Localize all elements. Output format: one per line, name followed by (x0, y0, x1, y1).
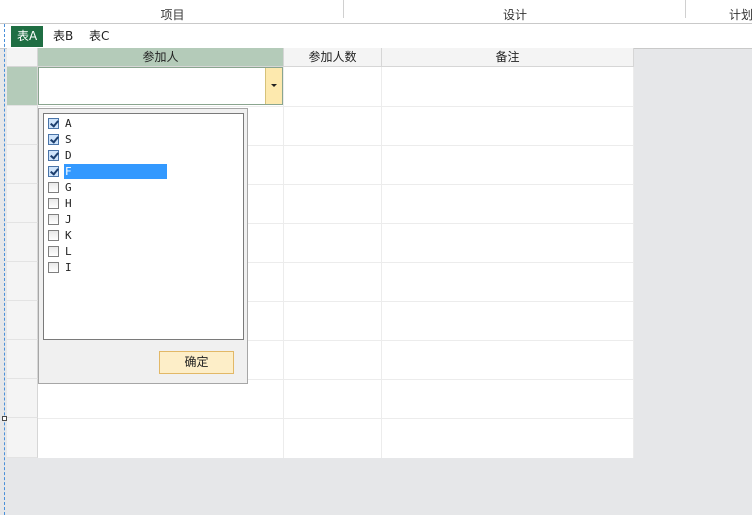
tab-sheet-c[interactable]: 表C (83, 26, 115, 47)
checklist-item[interactable]: K (46, 228, 236, 244)
row-header[interactable] (7, 340, 38, 379)
checkbox-unchecked[interactable] (48, 262, 59, 273)
checklist-item-label: F (64, 164, 167, 179)
checkbox-checked[interactable] (48, 118, 59, 129)
row-header[interactable] (7, 301, 38, 340)
checklist-item-label: H (65, 197, 72, 210)
row-header[interactable] (7, 106, 38, 145)
participants-dropdown-popup: A S D F G H J K L I 确定 (38, 108, 248, 384)
grid-column-line (283, 67, 284, 458)
checklist-item[interactable]: J (46, 212, 236, 228)
checklist-item-highlighted[interactable]: F (46, 164, 236, 180)
checklist-item-label: A (65, 117, 72, 130)
checklist-item[interactable]: I (46, 260, 236, 276)
checklist-item[interactable]: L (46, 244, 236, 260)
selection-guide-line (4, 24, 5, 515)
header-divider (343, 0, 344, 18)
checklist-item-label: L (65, 245, 72, 258)
checklist-item[interactable]: D (46, 148, 236, 164)
row-header[interactable] (7, 379, 38, 418)
checklist-item-label: G (65, 181, 72, 194)
row-header[interactable] (7, 418, 38, 458)
row-header[interactable] (7, 67, 38, 106)
checkbox-unchecked[interactable] (48, 230, 59, 241)
column-header-participant-count[interactable]: 参加人数 (284, 48, 382, 67)
checklist-item[interactable]: S (46, 132, 236, 148)
checklist-item-label: K (65, 229, 72, 242)
checklist-item-label: J (65, 213, 72, 226)
top-header: 项目 设计 计划 (0, 0, 752, 24)
row-header[interactable] (7, 262, 38, 301)
combo-dropdown-button[interactable] (265, 68, 282, 104)
tab-sheet-b[interactable]: 表B (47, 26, 79, 47)
column-header-remarks[interactable]: 备注 (382, 48, 634, 67)
column-header-participants[interactable]: 参加人 (38, 48, 284, 67)
row-header[interactable] (7, 145, 38, 184)
checklist-item-label: S (65, 133, 72, 146)
checklist-item[interactable]: H (46, 196, 236, 212)
checkbox-checked[interactable] (48, 150, 59, 161)
checklist-item[interactable]: A (46, 116, 236, 132)
participants-combo-editor[interactable] (38, 67, 283, 105)
grid-column-line (381, 67, 382, 458)
checkbox-unchecked[interactable] (48, 182, 59, 193)
checkbox-unchecked[interactable] (48, 214, 59, 225)
checkbox-unchecked[interactable] (48, 246, 59, 257)
participants-checklist[interactable]: A S D F G H J K L I (43, 113, 244, 340)
sheet-tab-bar: 表A 表B 表C (0, 24, 752, 49)
checkbox-unchecked[interactable] (48, 198, 59, 209)
header-col-item[interactable]: 项目 (0, 0, 345, 23)
tab-sheet-a[interactable]: 表A (11, 26, 44, 47)
header-col-plan[interactable]: 计划 (686, 0, 752, 23)
row-header[interactable] (7, 184, 38, 223)
grid-row-line (38, 106, 634, 107)
chevron-down-icon (271, 84, 277, 87)
confirm-button[interactable]: 确定 (159, 351, 234, 374)
checklist-item[interactable]: G (46, 180, 236, 196)
grid-column-line (633, 67, 634, 458)
row-header[interactable] (7, 223, 38, 262)
checklist-item-label: I (65, 261, 72, 274)
grid-corner[interactable] (7, 48, 38, 67)
grid-row-line (38, 418, 634, 419)
checkbox-checked[interactable] (48, 134, 59, 145)
header-col-design[interactable]: 设计 (345, 0, 685, 23)
checklist-item-label: D (65, 149, 72, 162)
checkbox-checked[interactable] (48, 166, 59, 177)
